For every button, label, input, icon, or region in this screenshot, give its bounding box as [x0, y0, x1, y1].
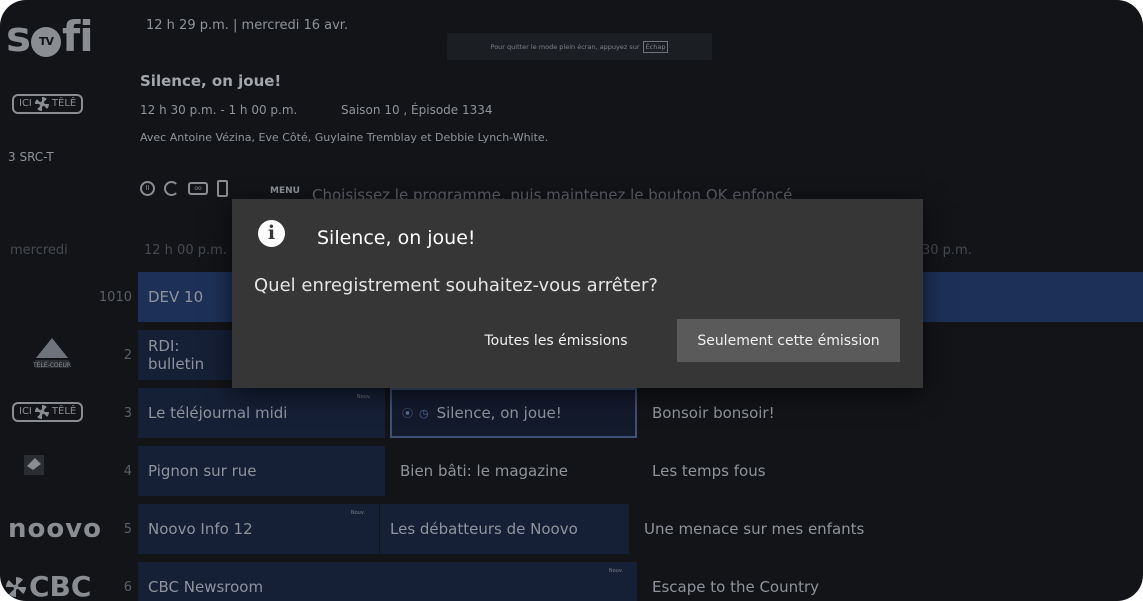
guide-cell-title: Pignon sur rue [148, 462, 257, 480]
channel-logo-right: TÊLÊ [51, 406, 77, 417]
guide-cell[interactable]: Les temps fous [642, 446, 1143, 496]
this-episode-only-button[interactable]: Seulement cette émission [677, 319, 900, 362]
logo-tv-badge: TV [31, 27, 61, 57]
channel-number: 2 [123, 348, 132, 363]
fullscreen-notice: Pour quitter le mode plein écran, appuye… [447, 33, 712, 60]
channel-number: 3 [123, 406, 132, 421]
menu-label: MENU [270, 186, 300, 196]
guide-cell[interactable]: Pignon sur rue [138, 446, 385, 496]
ici-tele-logo: ICI TÊLÊ [12, 402, 84, 422]
logo-text-right: fi [62, 12, 94, 61]
timeline-end: 30 p.m. [922, 243, 972, 258]
cbc-gem-icon [6, 576, 26, 597]
tv-guide-screen: s TV fi 12 h 29 p.m. | mercredi 16 avr. Po… [0, 0, 1143, 601]
clock-date: 12 h 29 p.m. | mercredi 16 avr. [146, 18, 349, 33]
current-channel-logo: ICI TÊLÊ [12, 94, 84, 114]
guide-cell[interactable]: Bien bâti: le magazine [390, 446, 637, 496]
guide-cell[interactable]: Une menace sur mes enfants [634, 504, 1143, 554]
guide-cell-title: Les temps fous [652, 462, 766, 480]
program-time-range: 12 h 30 p.m. - 1 h 00 p.m. [140, 103, 298, 117]
svg-text:TÉLÉ-COEUR: TÉLÉ-COEUR [32, 361, 71, 369]
radio-canada-gem-icon [34, 405, 49, 419]
play-icon: ⦿ [402, 407, 413, 420]
program-cast: Avec Antoine Vézina, Eve Côté, Guylaine … [140, 131, 549, 144]
dialog-question: Quel enregistrement souhaitez-vous arrêt… [254, 275, 658, 296]
guide-cell[interactable]: CBC Newsroom Nouv. [138, 562, 637, 601]
timer-icon: ◷ [419, 406, 429, 420]
fullscreen-notice-text: Pour quitter le mode plein écran, appuye… [490, 42, 640, 51]
channel-number: 4 [123, 464, 132, 479]
playback-controls: II oo [140, 180, 228, 197]
radio-canada-gem-icon [34, 97, 49, 111]
info-icon: i [258, 220, 285, 247]
current-channel-label: 3 SRC-T [8, 150, 54, 164]
guide-cell-focused[interactable]: ⦿ ◷ Silence, on joue! [390, 388, 637, 438]
timeline-day: mercredi [10, 243, 68, 258]
guide-cell-title: CBC Newsroom [148, 578, 264, 596]
tele-quebec-logo [24, 455, 44, 475]
channel-number: 6 [123, 580, 132, 595]
guide-row: 4 Pignon sur rue Bien bâti: le magazine … [0, 446, 1143, 500]
guide-row: ICI TÊLÊ 3 Le téléjournal midi Nouv. ⦿ ◷… [0, 388, 1143, 442]
timeline-start: 12 h 00 p.m. [144, 243, 227, 258]
channel-number: 1010 [98, 290, 132, 305]
new-badge: Nouv. [608, 568, 623, 574]
guide-cell[interactable]: Les débatteurs de Noovo [380, 504, 629, 554]
logo-text-left: s [6, 12, 31, 61]
cbc-logo-text: CBC [29, 570, 92, 601]
program-season-episode: Saison 10 , Épisode 1334 [341, 103, 493, 117]
channel-logo-left: ICI [19, 406, 32, 417]
guide-cell-title: DEV 10 [148, 288, 204, 306]
guide-cell-title: RDI: bulletin [148, 337, 205, 373]
all-episodes-button[interactable]: Toutes les émissions [464, 320, 648, 362]
channel-logo-left: ICI [19, 98, 32, 109]
stop-recording-dialog: i Silence, on joue! Quel enregistrement … [232, 199, 923, 388]
cbc-logo: CBC [6, 570, 91, 601]
guide-cell-title: Le téléjournal midi [148, 404, 288, 422]
program-title: Silence, on joue! [140, 72, 282, 90]
guide-cell[interactable]: Le téléjournal midi Nouv. [138, 388, 385, 438]
guide-cell[interactable]: Bonsoir bonsoir! [642, 388, 1143, 438]
phone-icon[interactable] [217, 180, 228, 197]
channel-logo-right: TÊLÊ [51, 98, 77, 109]
guide-row: CBC 6 CBC Newsroom Nouv. Escape to the C… [0, 562, 1143, 601]
dialog-title: Silence, on joue! [317, 227, 476, 249]
guide-cell-title: Noovo Info 12 [148, 520, 253, 538]
guide-cell[interactable]: Escape to the Country [642, 562, 1143, 601]
guide-cell-title: Escape to the Country [652, 578, 820, 596]
pause-icon[interactable]: II [140, 181, 155, 196]
guide-cell-title: Bonsoir bonsoir! [652, 404, 775, 422]
tele-coeur-logo: TÉLÉ-COEUR [32, 338, 71, 369]
sofi-logo: s TV fi [6, 12, 94, 61]
guide-cell[interactable]: RDI: bulletin [138, 330, 238, 380]
guide-cell-title: Les débatteurs de Noovo [390, 520, 578, 538]
guide-cell[interactable]: Noovo Info 12 Nouv. [138, 504, 379, 554]
guide-row: noovo 5 Noovo Info 12 Nouv. Les débatteu… [0, 504, 1143, 558]
new-badge: Nouv. [350, 510, 365, 516]
noovo-logo: noovo [8, 514, 103, 544]
restart-icon[interactable] [164, 181, 179, 196]
guide-cell-title: Silence, on joue! [436, 404, 562, 422]
channel-number: 5 [123, 522, 132, 537]
escape-key-badge: Échap [642, 40, 669, 53]
new-badge: Nouv. [356, 394, 371, 400]
guide-cell-title: Bien bâti: le magazine [400, 462, 569, 480]
guide-cell-title: Une menace sur mes enfants [644, 520, 865, 538]
record-icon[interactable]: oo [188, 182, 208, 195]
